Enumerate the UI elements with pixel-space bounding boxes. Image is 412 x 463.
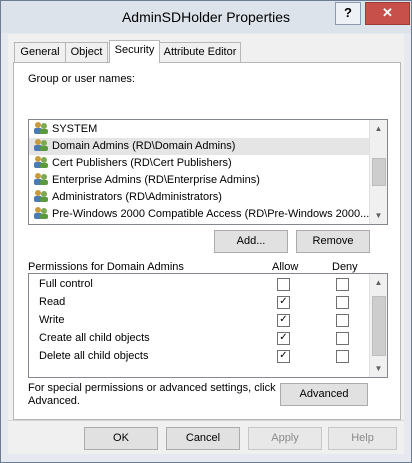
tab-general[interactable]: General [14,42,66,62]
permission-row: Write ✓ [29,311,369,329]
permission-name: Read [39,296,66,308]
group-list-scrollbar[interactable]: ▲ ▼ [369,120,387,224]
advanced-hint-text: For special permissions or advanced sett… [28,382,276,407]
tab-security[interactable]: Security [109,40,160,63]
tab-object[interactable]: Object [65,42,108,62]
title-bar: AdminSDHolder Properties ? ✕ [1,1,411,33]
apply-button[interactable]: Apply [248,427,322,450]
group-user-list[interactable]: SYSTEM Domain Admins (RD\Domain Admins) … [28,119,388,225]
scroll-down-icon[interactable]: ▼ [370,207,387,224]
list-item[interactable]: Administrators (RD\Administrators) [29,189,373,206]
allow-checkbox[interactable]: ✓ [277,350,290,363]
list-item-label: Cert Publishers (RD\Cert Publishers) [52,157,232,169]
deny-checkbox[interactable] [336,296,349,309]
permission-name: Full control [39,278,93,290]
user-group-icon [33,155,49,169]
deny-checkbox[interactable] [336,278,349,291]
deny-header: Deny [332,261,358,273]
permission-row: Delete all child objects ✓ [29,347,369,365]
footer-divider [8,420,404,421]
permission-name: Create all child objects [39,332,150,344]
scroll-up-icon[interactable]: ▲ [370,120,387,137]
permission-name: Write [39,314,65,326]
user-group-icon [33,189,49,203]
cancel-button[interactable]: Cancel [166,427,240,450]
permission-row: Create all child objects ✓ [29,329,369,347]
ok-button[interactable]: OK [84,427,158,450]
list-item-label: Administrators (RD\Administrators) [52,191,222,203]
remove-button[interactable]: Remove [296,230,370,253]
list-item-label: Pre-Windows 2000 Compatible Access (RD\P… [52,208,370,220]
scroll-down-icon[interactable]: ▼ [370,360,387,377]
allow-header: Allow [272,261,299,273]
scroll-thumb[interactable] [372,158,386,186]
permission-row: Read ✓ [29,293,369,311]
deny-checkbox[interactable] [336,314,349,327]
list-item[interactable]: SYSTEM [29,121,373,138]
user-group-icon [33,206,49,220]
advanced-button[interactable]: Advanced [280,383,368,406]
list-item-label: SYSTEM [52,123,98,135]
user-group-icon [33,121,49,135]
dialog-body: General Object Security Attribute Editor… [8,34,404,454]
help-footer-button[interactable]: Help [328,427,397,450]
list-item[interactable]: Domain Admins (RD\Domain Admins) [29,138,373,155]
list-item[interactable]: Cert Publishers (RD\Cert Publishers) [29,155,373,172]
list-item-label: Domain Admins (RD\Domain Admins) [52,140,236,152]
allow-checkbox[interactable]: ✓ [277,332,290,345]
permission-row: Full control [29,275,369,293]
help-button[interactable]: ? [335,2,361,25]
allow-checkbox[interactable]: ✓ [277,314,290,327]
close-button[interactable]: ✕ [365,2,410,25]
scroll-thumb[interactable] [372,296,386,356]
deny-checkbox[interactable] [336,332,349,345]
scroll-up-icon[interactable]: ▲ [370,274,387,291]
permissions-label: Permissions for Domain Admins [28,261,184,273]
deny-checkbox[interactable] [336,350,349,363]
permission-name: Delete all child objects [39,350,149,362]
properties-dialog: AdminSDHolder Properties ? ✕ General Obj… [0,0,412,463]
allow-checkbox[interactable] [277,278,290,291]
list-item[interactable]: Pre-Windows 2000 Compatible Access (RD\P… [29,206,373,223]
permissions-scrollbar[interactable]: ▲ ▼ [369,274,387,377]
security-panel: Group or user names: SYSTEM Domain Admin… [13,62,401,420]
list-item-label: Enterprise Admins (RD\Enterprise Admins) [52,174,260,186]
user-group-icon [33,172,49,186]
user-group-icon [33,138,49,152]
add-button[interactable]: Add... [214,230,288,253]
allow-checkbox[interactable]: ✓ [277,296,290,309]
group-user-names-label: Group or user names: [28,73,135,85]
tab-attribute-editor[interactable]: Attribute Editor [159,42,241,62]
permissions-list: Full control Read ✓ Write ✓ Create all c… [28,273,388,378]
list-item[interactable]: Enterprise Admins (RD\Enterprise Admins) [29,172,373,189]
